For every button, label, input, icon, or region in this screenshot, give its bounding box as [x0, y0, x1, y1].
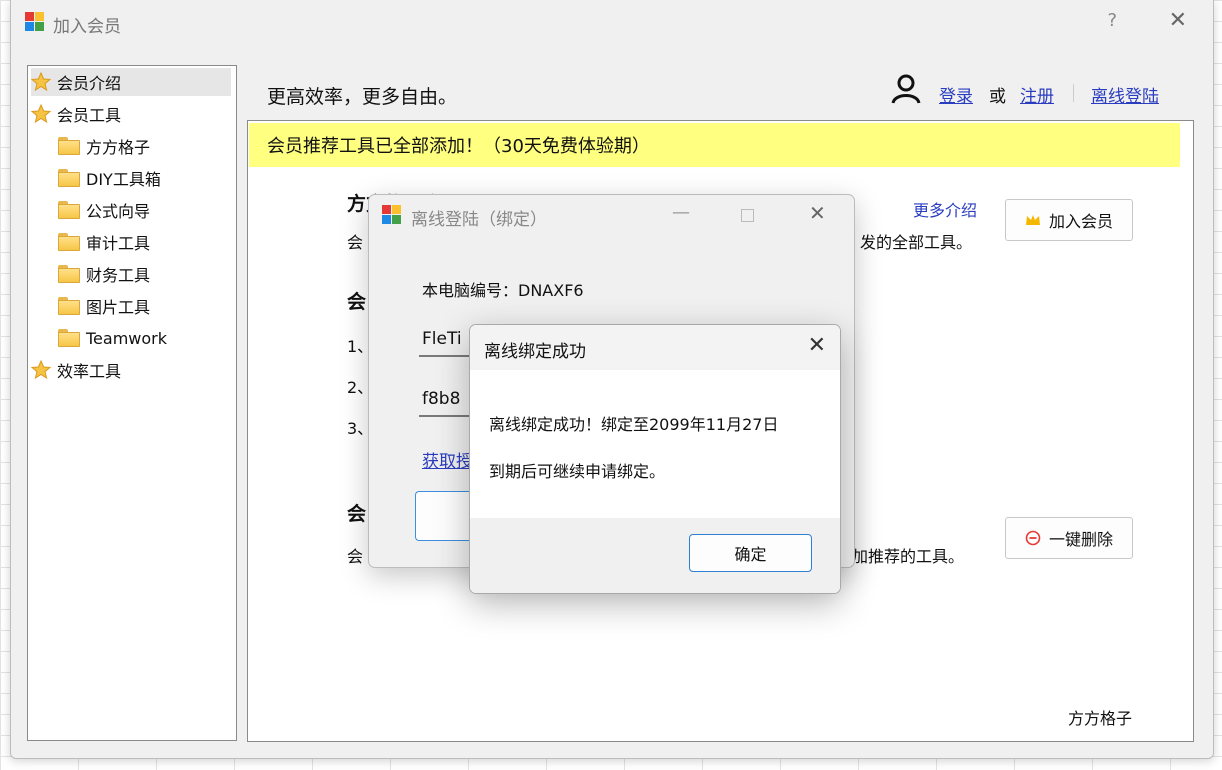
- sidebar-item-teamwork[interactable]: Teamwork: [58, 324, 167, 352]
- sidebar-item-diy-toolbox[interactable]: DIY工具箱: [58, 164, 161, 192]
- folder-icon: [58, 233, 80, 251]
- section-title-3: 会: [347, 503, 367, 525]
- folder-icon: [58, 297, 80, 315]
- ok-button[interactable]: 确定: [689, 534, 812, 572]
- section-text-right: 发的全部工具。: [860, 233, 973, 252]
- user-icon: [891, 74, 921, 104]
- folder-icon: [58, 265, 80, 283]
- sidebar-item-audit-tools[interactable]: 审计工具: [58, 228, 150, 256]
- join-member-button[interactable]: 加入会员: [1005, 199, 1133, 241]
- star-icon: [31, 104, 51, 124]
- app-logo-icon: [382, 205, 402, 225]
- sidebar-item-efficiency-tools[interactable]: 效率工具: [31, 356, 121, 384]
- sidebar-tree: 会员介绍 会员工具 方方格子 DIY工具箱 公式向导 审计工具 财务工具 图片工…: [27, 65, 237, 741]
- slogan-text: 更高效率，更多自由。: [267, 86, 458, 108]
- minimize-button[interactable]: —: [672, 202, 690, 223]
- section-text-left: 会: [347, 233, 364, 252]
- dialog-close-button[interactable]: ✕: [809, 201, 826, 225]
- maximize-button[interactable]: [741, 209, 754, 222]
- sidebar-item-label: 方方格子: [86, 138, 151, 157]
- folder-icon: [58, 169, 80, 187]
- sidebar-item-label: 图片工具: [86, 298, 151, 317]
- sidebar-item-label: 效率工具: [57, 362, 122, 381]
- star-icon: [31, 360, 51, 380]
- message-line-1: 离线绑定成功！绑定至2099年11月27日: [489, 415, 779, 434]
- app-logo-icon: [25, 12, 45, 32]
- messagebox-close-button[interactable]: ✕: [808, 333, 826, 358]
- section-title-2: 会: [347, 291, 367, 313]
- status-banner: 会员推荐工具已全部添加！（30天免费体验期）: [249, 123, 1180, 167]
- folder-icon: [58, 329, 80, 347]
- window-title: 加入会员: [53, 17, 121, 37]
- sidebar-item-member-tools[interactable]: 会员工具: [31, 100, 121, 128]
- offline-login-link[interactable]: 离线登陆: [1091, 82, 1159, 107]
- help-button[interactable]: ?: [1107, 10, 1117, 31]
- sidebar-item-member-intro[interactable]: 会员介绍: [31, 68, 231, 96]
- divider: [1073, 84, 1074, 102]
- sidebar-item-label: 会员介绍: [57, 74, 122, 93]
- sidebar-item-label: 公式向导: [86, 202, 151, 221]
- messagebox-title: 离线绑定成功: [484, 342, 586, 362]
- machine-id-label: 本电脑编号：DNAXF6: [422, 281, 584, 300]
- minus-circle-icon: [1025, 530, 1041, 546]
- dialog-title: 离线登陆（绑定）: [411, 210, 547, 230]
- login-link[interactable]: 登录: [939, 82, 973, 107]
- sidebar-item-label: Teamwork: [86, 328, 168, 348]
- window-titlebar: 加入会员 ? ✕: [11, 0, 1213, 44]
- delete-label: 一键删除: [1048, 530, 1113, 549]
- register-link[interactable]: 注册: [1020, 82, 1054, 107]
- folder-icon: [58, 201, 80, 219]
- message-line-2: 到期后可继续申请绑定。: [489, 462, 666, 481]
- messagebox-footer: 确定: [470, 518, 840, 593]
- messagebox-titlebar: 离线绑定成功 ✕: [470, 325, 840, 370]
- sidebar-item-label: 会员工具: [57, 106, 122, 125]
- star-icon: [31, 72, 51, 92]
- sidebar-item-fangfang[interactable]: 方方格子: [58, 132, 150, 160]
- sidebar-item-image-tools[interactable]: 图片工具: [58, 292, 150, 320]
- sidebar-item-label: 财务工具: [86, 266, 151, 285]
- one-click-delete-button[interactable]: 一键删除: [1005, 517, 1133, 559]
- sidebar-item-label: 审计工具: [86, 234, 151, 253]
- crown-icon: [1025, 215, 1040, 225]
- sidebar-item-label: DIY工具箱: [86, 170, 161, 189]
- or-text: 或: [989, 87, 1006, 107]
- more-intro-link[interactable]: 更多介绍: [913, 197, 977, 221]
- section3-text-left: 会: [347, 547, 364, 566]
- sidebar-item-formula-wizard[interactable]: 公式向导: [58, 196, 150, 224]
- section3-text-right: 加推荐的工具。: [852, 547, 965, 566]
- folder-icon: [58, 137, 80, 155]
- get-auth-code-link[interactable]: 获取授: [422, 447, 473, 472]
- sidebar-item-finance-tools[interactable]: 财务工具: [58, 260, 150, 288]
- footer-label: 方方格子: [1068, 709, 1133, 728]
- window-close-button[interactable]: ✕: [1169, 8, 1187, 33]
- join-member-label: 加入会员: [1048, 212, 1113, 231]
- bind-success-messagebox: 离线绑定成功 ✕ 离线绑定成功！绑定至2099年11月27日 到期后可继续申请绑…: [469, 324, 841, 594]
